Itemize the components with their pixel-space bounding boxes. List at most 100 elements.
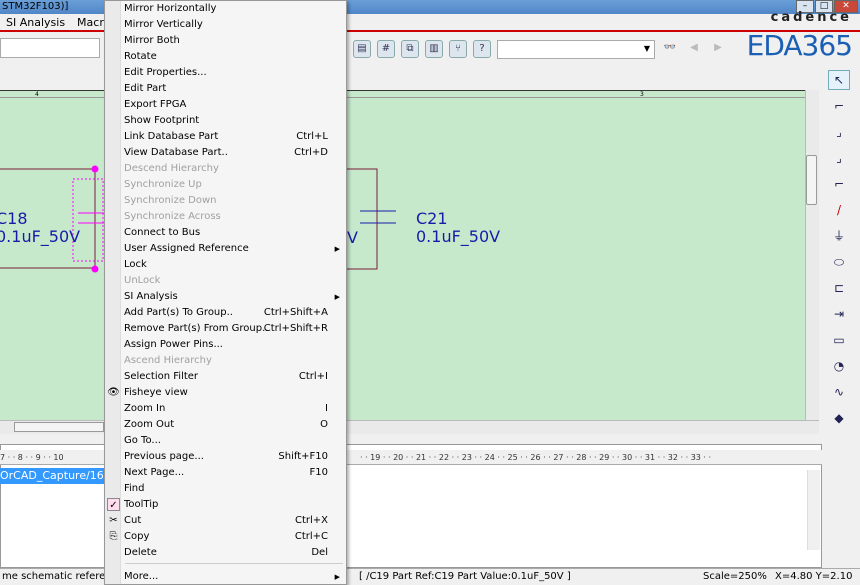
place-part-icon[interactable]: ⌐ [828,96,850,116]
menu-item-link-database-part[interactable]: Link Database Part Ctrl+L [105,129,346,145]
menu-item-mirror-horizontally[interactable]: Mirror Horizontally [105,1,346,17]
scrollbar-thumb[interactable] [806,155,817,205]
binoculars-icon[interactable]: 👓 [661,40,679,58]
part-c21[interactable]: C21 0.1uF_50V [416,210,500,246]
menu-item-label: Export FPGA [124,99,187,110]
menu-item-add-part-s-to-group[interactable]: Add Part(s) To Group.. Ctrl+Shift+A [105,305,346,321]
part-ref: C21 [416,209,448,228]
menu-item-zoom-in[interactable]: Zoom In I [105,401,346,417]
part-c19-value[interactable]: V [347,228,358,247]
menu-item-label: Fisheye view [124,387,188,398]
ruler-text: 7 · · 8 · · 9 · · 10 [0,453,64,462]
menu-item-copy[interactable]: ⎘ Copy Ctrl+C [105,529,346,545]
part-value: 0.1uF_50V [0,227,81,246]
grid-icon[interactable]: # [377,40,395,58]
menu-item-remove-part-s-from-group[interactable]: Remove Part(s) From Group.. Ctrl+Shift+R [105,321,346,337]
copy-icon: ⎘ [109,531,118,542]
search-combo[interactable]: ▼ [497,39,655,59]
menu-item-edit-part[interactable]: Edit Part [105,81,346,97]
arc-icon[interactable]: ◔ [828,356,850,376]
menu-item-label: UnLock [124,275,161,286]
pin-icon[interactable]: ⇥ [828,304,850,324]
menu-item-shortcut: Ctrl+I [298,371,328,382]
menu-item-tooltip[interactable]: ✓ ToolTip [105,497,346,513]
menu-item-show-footprint[interactable]: Show Footprint [105,113,346,129]
menu-si-analysis[interactable]: SI Analysis [0,16,71,29]
menu-item-label: User Assigned Reference [124,243,249,254]
select-area-icon[interactable]: ⧉ [401,40,419,58]
menu-item-connect-to-bus[interactable]: Connect to Bus [105,225,346,241]
session-log-selected-line[interactable]: OrCAD_Capture/16 [0,468,104,484]
bus-icon[interactable]: ⌟ [828,148,850,168]
menu-item-assign-power-pins[interactable]: Assign Power Pins... [105,337,346,353]
help-icon[interactable]: ? [473,40,491,58]
menu-item-user-assigned-reference[interactable]: User Assigned Reference ▶ [105,241,346,257]
menu-item-mirror-both[interactable]: Mirror Both [105,33,346,49]
text-icon[interactable]: ◆ [828,408,850,428]
menu-item-label: Cut [124,515,142,526]
net-alias-icon[interactable]: ⌐ [828,174,850,194]
menu-item-shortcut: Ctrl+Shift+R [263,323,328,334]
part-c18[interactable]: C18 0.1uF_50V [0,210,80,246]
menu-item-label: ToolTip [124,499,159,510]
log-scrollbar[interactable] [807,470,820,550]
part-icon[interactable]: ▥ [425,40,443,58]
page-icon[interactable]: ▤ [353,40,371,58]
menu-item-find[interactable]: Find [105,481,346,497]
bus-entry-icon[interactable]: / [828,200,850,220]
off-page-icon[interactable]: ⬭ [828,252,850,272]
menu-item-shortcut: Ctrl+L [296,131,328,142]
eda365-logo: EDA365 [746,29,853,62]
status-message: me schematic referen [2,571,112,582]
cadence-logo: cadence [770,10,852,25]
c18-symbol [78,212,104,224]
next-icon[interactable]: ▶ [709,40,727,58]
menu-item-ascend-hierarchy: Ascend Hierarchy [105,353,346,369]
menu-item-selection-filter[interactable]: Selection Filter Ctrl+I [105,369,346,385]
prev-icon[interactable]: ◀ [685,40,703,58]
scrollbar-thumb[interactable] [14,422,104,432]
menu-item-zoom-out[interactable]: Zoom Out O [105,417,346,433]
scissors-icon: ✂ [109,515,118,526]
menu-item-rotate[interactable]: Rotate [105,49,346,65]
menu-item-more[interactable]: More... ▶ [105,569,346,585]
submenu-arrow-icon: ▶ [334,245,340,253]
menu-item-label: Synchronize Across [124,211,221,222]
menu-item-next-page[interactable]: Next Page... F10 [105,465,346,481]
menu-item-cut[interactable]: ✂ Cut Ctrl+X [105,513,346,529]
menu-item-export-fpga[interactable]: Export FPGA [105,97,346,113]
status-coords: X=4.80 Y=2.10 [775,571,853,582]
ground-icon[interactable]: ⏚ [828,226,850,246]
menu-item-go-to[interactable]: Go To... [105,433,346,449]
block-icon[interactable]: ▭ [828,330,850,350]
c21-symbol [360,210,396,224]
menu-item-edit-properties[interactable]: Edit Properties... [105,65,346,81]
menu-item-label: Edit Part [124,83,167,94]
menu-item-label: Assign Power Pins... [124,339,223,350]
vertical-scrollbar[interactable] [805,90,819,420]
ruler-label: 3 [640,91,644,98]
menu-item-previous-page[interactable]: Previous page... Shift+F10 [105,449,346,465]
c21-wires [345,168,378,270]
menu-item-label: More... [124,571,159,582]
menu-item-shortcut: Shift+F10 [278,451,328,462]
menu-item-label: Mirror Vertically [124,19,203,30]
port-icon[interactable]: ⊏ [828,278,850,298]
menu-item-label: Descend Hierarchy [124,163,219,174]
menu-item-label: Mirror Both [124,35,180,46]
menu-item-label: View Database Part.. [124,147,228,158]
menu-item-lock[interactable]: Lock [105,257,346,273]
menu-item-delete[interactable]: Delete Del [105,545,346,561]
select-tool-icon[interactable]: ↖ [828,70,850,90]
polyline-icon[interactable]: ∿ [828,382,850,402]
menu-item-fisheye-view[interactable]: 👁 Fisheye view [105,385,346,401]
part-ref: C18 [0,209,28,228]
menu-item-label: Edit Properties... [124,67,207,78]
submenu-arrow-icon: ▶ [334,573,340,581]
menu-item-mirror-vertically[interactable]: Mirror Vertically [105,17,346,33]
hierarchy-icon[interactable]: ⑂ [449,40,467,58]
menu-item-view-database-part[interactable]: View Database Part.. Ctrl+D [105,145,346,161]
toolbar-part-field[interactable] [0,38,100,58]
wire-icon[interactable]: ⌟ [828,122,850,142]
menu-item-si-analysis[interactable]: SI Analysis ▶ [105,289,346,305]
